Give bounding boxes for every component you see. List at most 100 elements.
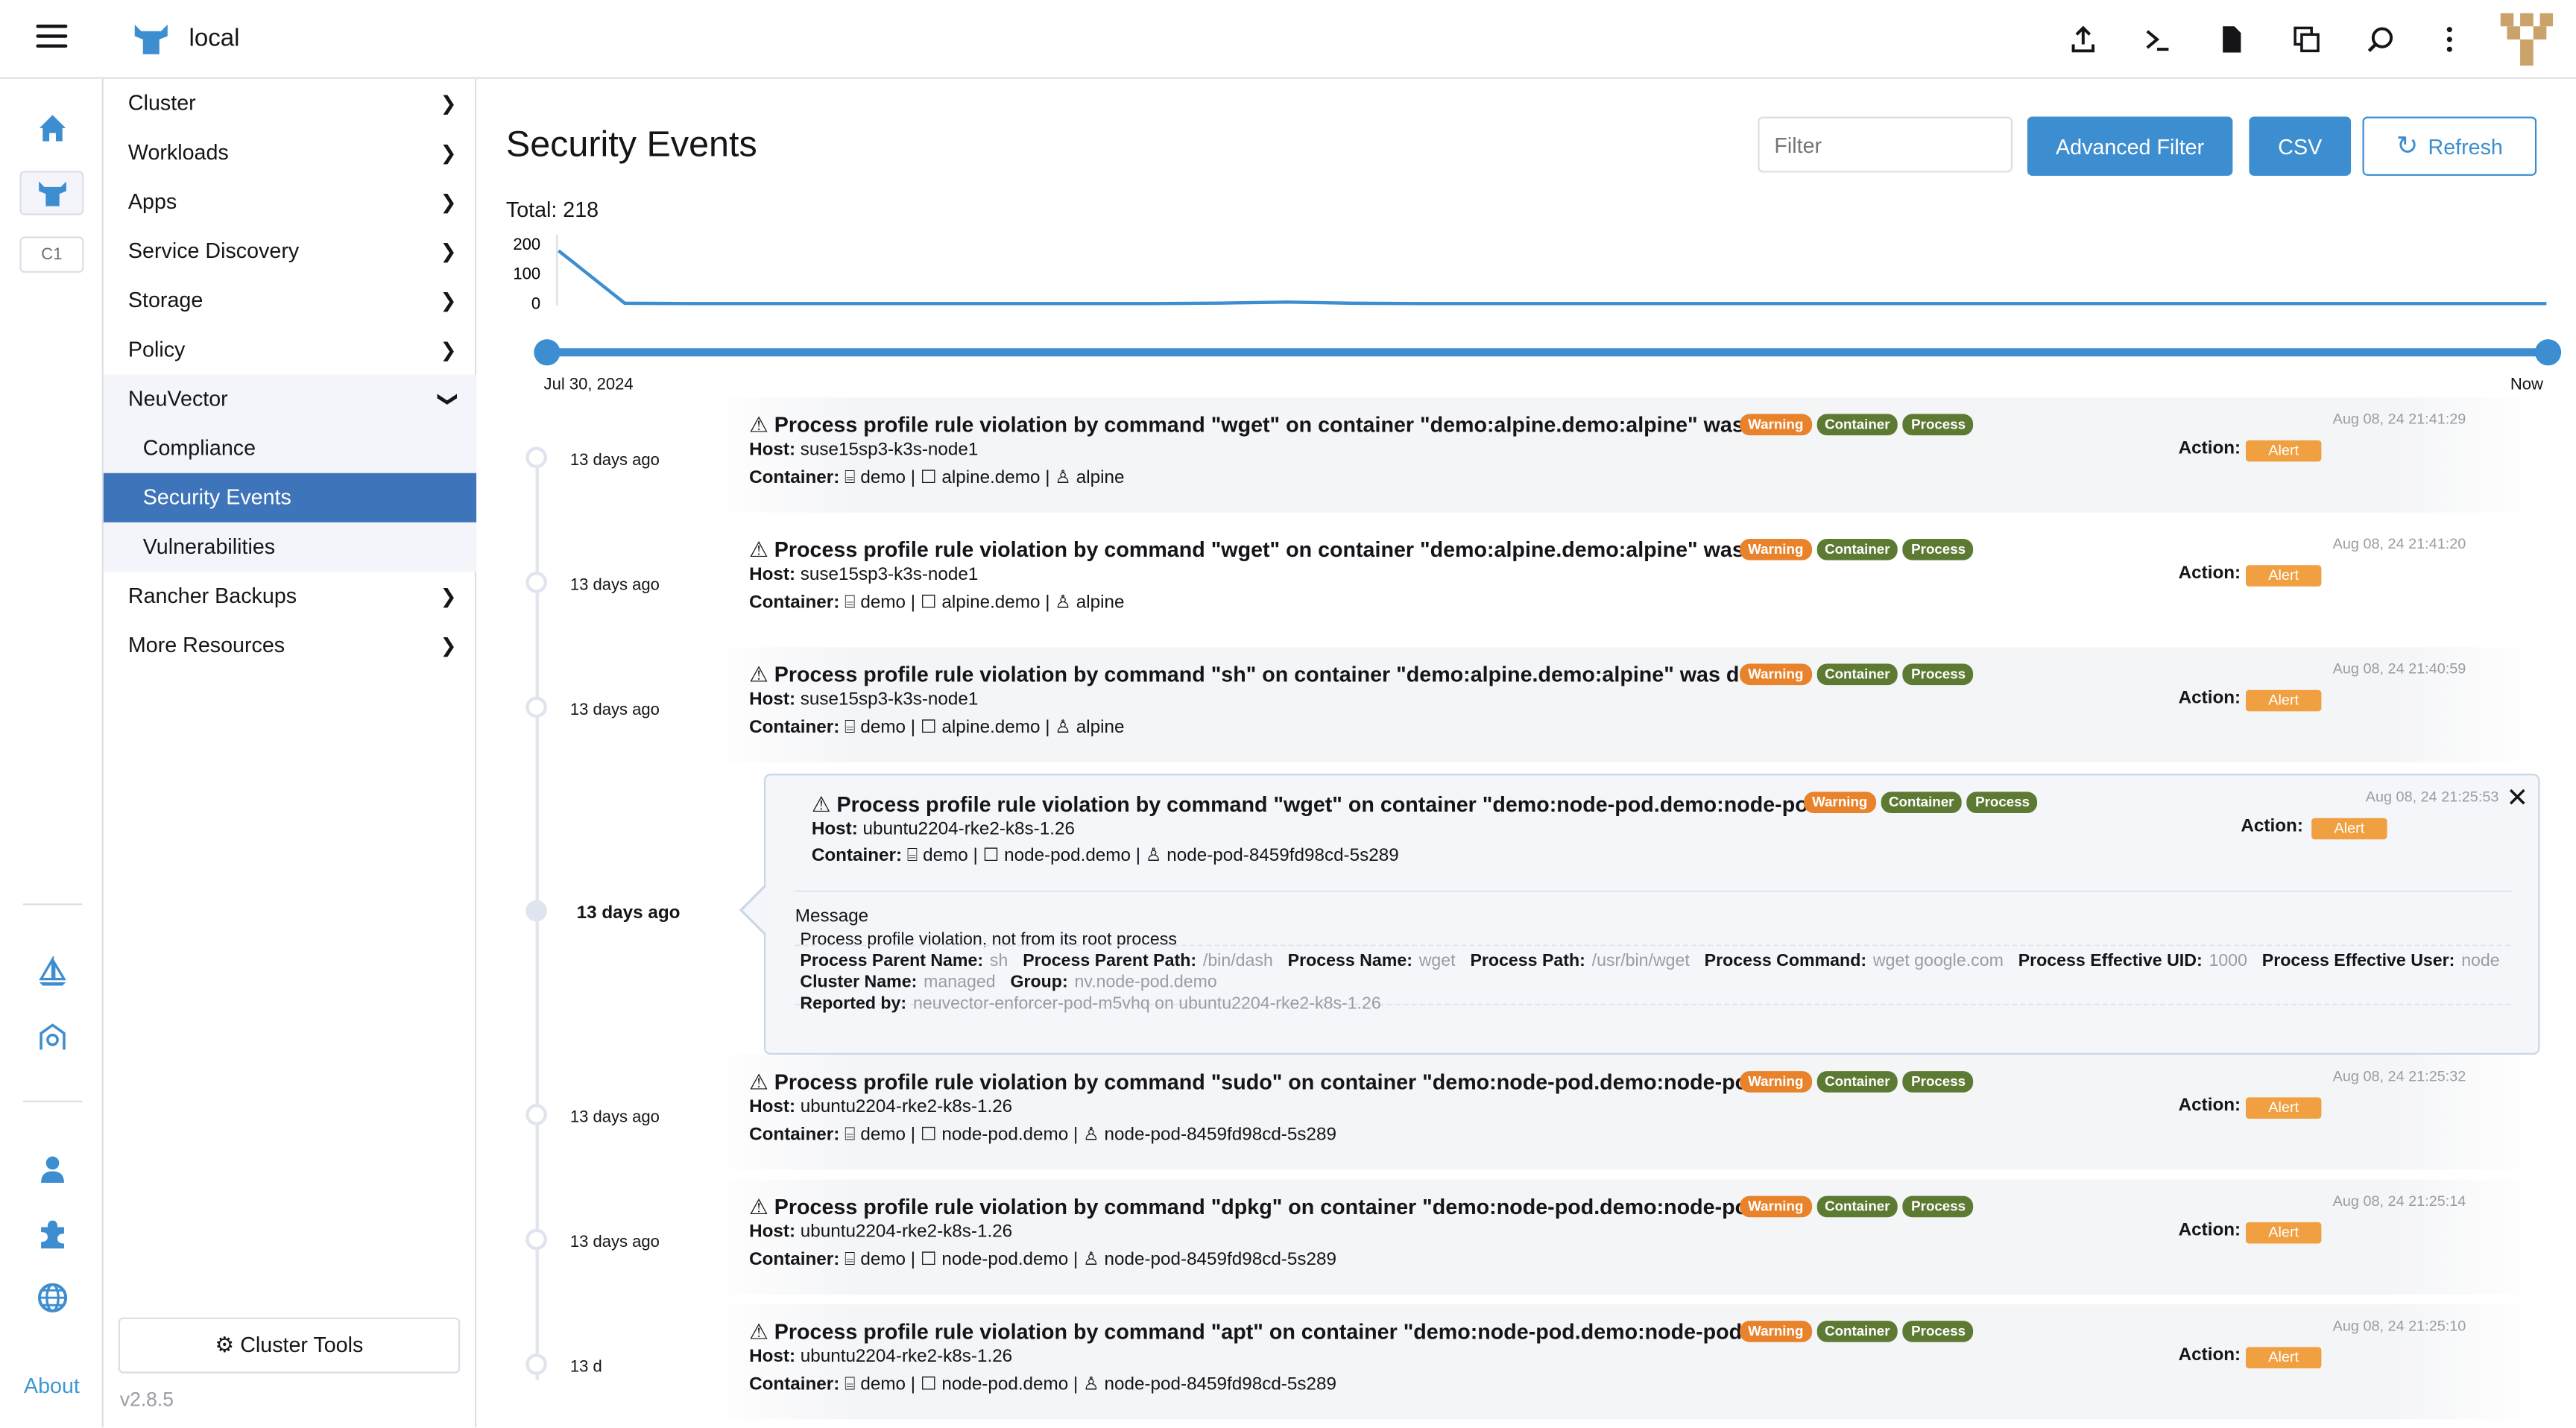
about-link[interactable]: About: [0, 1374, 104, 1398]
event-title[interactable]: ⚠ Process profile rule violation by comm…: [749, 412, 1793, 438]
cluster-c1-icon[interactable]: C1: [19, 236, 84, 273]
tag-process: Process: [1967, 792, 2039, 814]
event-title-text: Process profile rule violation by comman…: [774, 412, 1793, 437]
tag-warning: Warning: [1740, 1195, 1812, 1218]
event-title[interactable]: ⚠ Process profile rule violation by comm…: [749, 1070, 1786, 1096]
cluster-name: local: [189, 25, 240, 53]
warning-triangle-icon: ⚠: [749, 662, 768, 687]
detail-key: Process Parent Name:: [800, 951, 984, 971]
filter-input[interactable]: [1758, 116, 2013, 173]
action-label: Action:: [2178, 438, 2241, 458]
event-title[interactable]: ⚠ Process profile rule violation by comm…: [749, 1194, 1786, 1220]
import-yaml-icon[interactable]: [2065, 22, 2101, 57]
event-host: Host: ubuntu2204-rke2-k8s-1.26: [811, 819, 1075, 840]
event-timestamp: Aug 08, 24 21:25:10: [2332, 1317, 2466, 1334]
pod-icon: ♙: [1083, 1250, 1099, 1270]
event-tags: Warning Container Process: [1804, 792, 2039, 814]
icon-rail: C1 About: [0, 78, 104, 1428]
namespace-icon: ⌸: [845, 718, 856, 738]
event-tags: Warning Container Process: [1740, 663, 1974, 686]
advanced-filter-button[interactable]: Advanced Filter: [2027, 116, 2233, 176]
reported-by-row: Reported by: neuvector-enforcer-pod-m5vhq…: [800, 993, 1381, 1014]
refresh-button[interactable]: ↻ Refresh: [2362, 116, 2537, 176]
kubectl-shell-icon[interactable]: [2139, 22, 2175, 57]
menu-icon[interactable]: [36, 25, 68, 51]
tag-warning: Warning: [1740, 414, 1812, 436]
extensions-puzzle-icon[interactable]: [31, 1213, 74, 1255]
event-title[interactable]: ⚠ Process profile rule violation by comm…: [749, 662, 1800, 688]
detail-value: wget: [1418, 951, 1456, 971]
range-slider-start-handle[interactable]: [534, 339, 561, 366]
action-label: Action:: [2178, 563, 2241, 584]
range-slider-end-handle[interactable]: [2534, 339, 2562, 366]
event-title[interactable]: ⚠ Process profile rule violation by comm…: [749, 1319, 1778, 1345]
tag-process: Process: [1903, 1071, 1974, 1093]
cluster-local-icon[interactable]: [19, 171, 84, 215]
kubeconfig-file-icon[interactable]: [2213, 22, 2249, 57]
expanded-pointer-fill: [742, 887, 766, 933]
chevron-right-icon: ❯: [440, 584, 457, 608]
event-title[interactable]: ⚠ Process profile rule violation by comm…: [749, 537, 1793, 563]
timeline-dot: [525, 1228, 547, 1251]
home-icon[interactable]: [31, 107, 74, 149]
event-title[interactable]: ⚠ Process profile rule violation by comm…: [812, 792, 1846, 818]
chevron-right-icon: ❯: [440, 338, 457, 361]
action-label: Action:: [2241, 816, 2303, 836]
user-avatar[interactable]: [2500, 13, 2554, 66]
event-tags: Warning Container Process: [1740, 1071, 1974, 1093]
nav-service-discovery[interactable]: Service Discovery ❯: [104, 227, 476, 276]
tag-container: Container: [1816, 414, 1898, 436]
tag-process: Process: [1903, 663, 1974, 686]
action-label: Action:: [2178, 1345, 2241, 1365]
gear-icon: ⚙: [215, 1332, 235, 1357]
chevron-right-icon: ❯: [440, 141, 457, 165]
users-icon[interactable]: [31, 1149, 74, 1191]
event-row[interactable]: ⚠ Process profile rule violation by comm…: [706, 397, 2539, 513]
event-container: Container: ⌸ demo | ☐ alpine.demo | ♙ al…: [749, 593, 1125, 613]
nav-label: Service Discovery: [127, 238, 300, 263]
fleet-sailboat-icon[interactable]: [31, 951, 74, 993]
nav-compliance[interactable]: Compliance: [103, 423, 477, 473]
event-row[interactable]: ⚠ Process profile rule violation by comm…: [706, 1304, 2539, 1420]
range-slider-track[interactable]: [542, 348, 2550, 357]
tag-process: Process: [1903, 414, 1974, 436]
nav-apps[interactable]: Apps ❯: [104, 177, 476, 227]
cluster-tools-button[interactable]: ⚙ Cluster Tools: [118, 1317, 461, 1374]
timeline-dot: [525, 446, 547, 469]
global-settings-globe-icon[interactable]: [31, 1277, 74, 1319]
nav-neuvector[interactable]: NeuVector ❯: [103, 374, 477, 424]
nav-security-events[interactable]: Security Events: [103, 473, 477, 522]
nav-label: Storage: [127, 287, 203, 312]
nav-policy[interactable]: Policy ❯: [104, 325, 476, 374]
nav-label: Cluster: [127, 90, 196, 116]
tag-container: Container: [1816, 538, 1898, 560]
chevron-right-icon: ❯: [440, 239, 457, 263]
copy-kubeconfig-icon[interactable]: [2288, 22, 2324, 57]
chevron-down-icon: ❯: [437, 391, 461, 408]
action-label: Action:: [2178, 1096, 2241, 1116]
nav-storage[interactable]: Storage ❯: [104, 276, 476, 325]
nav-rancher-backups[interactable]: Rancher Backups ❯: [104, 572, 476, 621]
event-row[interactable]: ⚠ Process profile rule violation by comm…: [706, 1055, 2539, 1170]
virtualization-icon[interactable]: [31, 1015, 74, 1058]
event-age: 13 days ago: [569, 1108, 660, 1128]
range-end-label: Now: [2510, 376, 2543, 394]
event-row[interactable]: ⚠ Process profile rule violation by comm…: [706, 1179, 2539, 1295]
nav-vulnerabilities[interactable]: Vulnerabilities: [103, 522, 477, 572]
event-row[interactable]: ⚠ Process profile rule violation by comm…: [706, 647, 2539, 762]
namespace-icon: ⌸: [845, 593, 856, 613]
nav-label: Rancher Backups: [127, 583, 297, 608]
nav-more-resources[interactable]: More Resources ❯: [104, 621, 476, 670]
action-alert-badge: Alert: [2246, 440, 2322, 462]
nav-workloads[interactable]: Workloads ❯: [104, 128, 476, 177]
event-title-text: Process profile rule violation by comman…: [774, 1318, 1779, 1344]
detail-value: /usr/bin/wget: [1591, 951, 1690, 971]
csv-button[interactable]: CSV: [2249, 116, 2352, 176]
event-container: Container: ⌸ demo | ☐ alpine.demo | ♙ al…: [749, 718, 1125, 738]
close-icon[interactable]: ✕: [2507, 782, 2529, 815]
more-vertical-icon[interactable]: [2431, 22, 2467, 57]
event-age: 13 days ago: [576, 903, 681, 923]
search-icon[interactable]: [2362, 22, 2398, 57]
event-row[interactable]: ⚠ Process profile rule violation by comm…: [707, 522, 2539, 637]
nav-cluster[interactable]: Cluster ❯: [104, 79, 476, 128]
